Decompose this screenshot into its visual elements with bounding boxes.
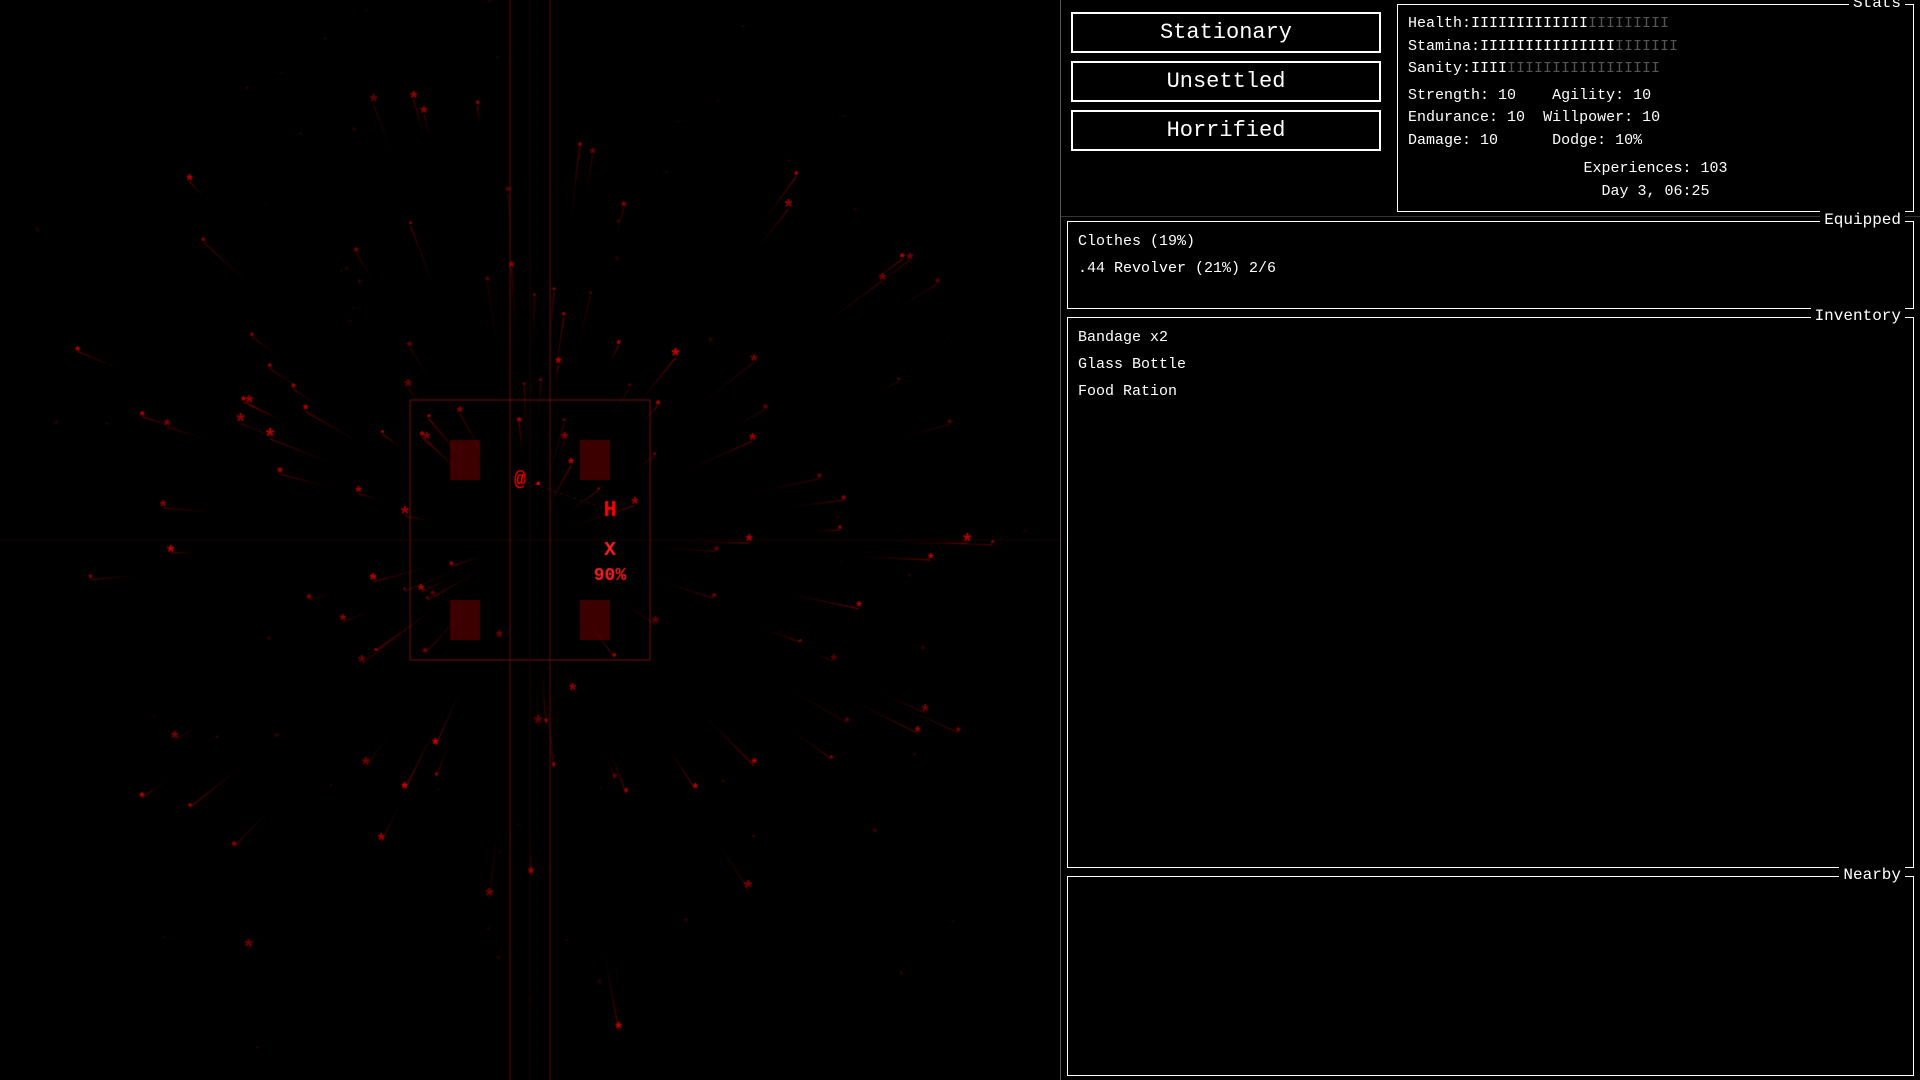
agility-value: 10 [1633,87,1651,104]
sanity-bar-line: Sanity:IIIIIIIIIIIIIIIIIIIII [1408,58,1903,81]
horrified-button[interactable]: Horrified [1071,110,1381,151]
inventory-panel: Inventory Bandage x2 Glass Bottle Food R… [1067,317,1914,868]
health-bar-full: IIIIIIIIIIIII [1471,15,1588,32]
strength-value: 10 [1498,87,1516,104]
inventory-item-0: Bandage x2 [1078,324,1903,351]
dodge-label: Dodge: [1552,132,1606,149]
inventory-item-1: Glass Bottle [1078,351,1903,378]
health-label: Health: [1408,15,1471,32]
willpower-value: 10 [1642,109,1660,126]
right-top-section: Stationary Unsettled Horrified Stats Hea… [1061,0,1920,217]
right-panel: Stationary Unsettled Horrified Stats Hea… [1060,0,1920,1080]
map-canvas [0,0,1060,1080]
nearby-panel: Nearby [1067,876,1914,1076]
stats-panel-title: Stats [1849,0,1905,12]
sanity-label: Sanity: [1408,60,1471,77]
endurance-value: 10 [1507,109,1525,126]
sanity-bar-full: IIII [1471,60,1507,77]
endurance-willpower-line: Endurance: 10 Willpower: 10 [1408,107,1903,130]
equipped-panel-title: Equipped [1820,211,1905,229]
experiences-line: Experiences: 103 [1408,158,1903,181]
stationary-button[interactable]: Stationary [1071,12,1381,53]
status-buttons-column: Stationary Unsettled Horrified [1061,0,1391,216]
stamina-bar-full: IIIIIIIIIIIIIII [1480,38,1615,55]
stamina-bar-empty: IIIIIII [1615,38,1678,55]
stamina-bar-line: Stamina:IIIIIIIIIIIIIIIIIIIIII [1408,36,1903,59]
dodge-value: 10% [1615,132,1642,149]
inventory-panel-title: Inventory [1811,307,1905,325]
strength-agility-line: Strength: 10 Agility: 10 [1408,85,1903,108]
health-bar-line: Health:IIIIIIIIIIIIIIIIIIIIII [1408,13,1903,36]
experiences-value: 103 [1701,160,1728,177]
unsettled-button[interactable]: Unsettled [1071,61,1381,102]
damage-dodge-line: Damage: 10 Dodge: 10% [1408,130,1903,153]
stamina-label: Stamina: [1408,38,1480,55]
equipped-panel: Equipped Clothes (19%) .44 Revolver (21%… [1067,221,1914,309]
sanity-bar-empty: IIIIIIIIIIIIIIIII [1507,60,1660,77]
game-canvas [0,0,1060,1080]
stats-panel: Stats Health:IIIIIIIIIIIIIIIIIIIIII Stam… [1397,4,1914,212]
willpower-label: Willpower: [1543,109,1633,126]
inventory-item-2: Food Ration [1078,378,1903,405]
day-time: Day 3, 06:25 [1601,183,1709,200]
equipped-item-0: Clothes (19%) [1078,228,1903,255]
game-container: Stationary Unsettled Horrified Stats Hea… [0,0,1920,1080]
damage-label: Damage: [1408,132,1471,149]
damage-value: 10 [1480,132,1498,149]
nearby-panel-title: Nearby [1839,866,1905,884]
endurance-label: Endurance: [1408,109,1498,126]
strength-label: Strength: [1408,87,1489,104]
health-bar-empty: IIIIIIIII [1588,15,1669,32]
agility-label: Agility: [1552,87,1624,104]
experiences-label: Experiences: [1583,160,1691,177]
day-time-line: Day 3, 06:25 [1408,181,1903,204]
equipped-item-1: .44 Revolver (21%) 2/6 [1078,255,1903,282]
